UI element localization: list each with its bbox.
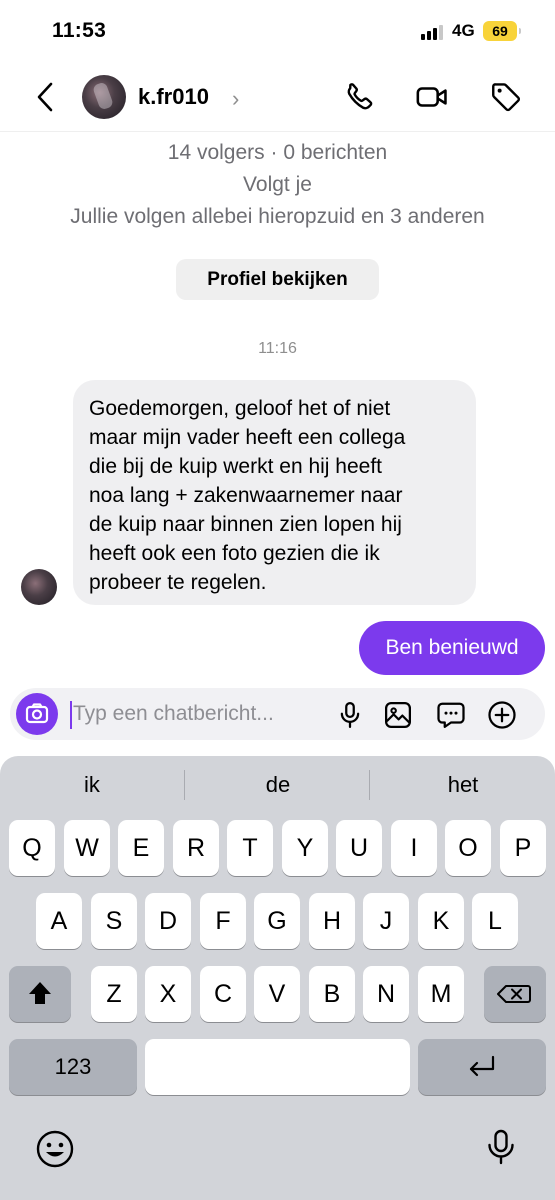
emoji-icon[interactable] [35,1129,75,1169]
key-k[interactable]: K [418,893,464,949]
text-caret [70,701,72,729]
video-camera-icon[interactable] [415,80,449,114]
status-time: 11:53 [52,19,107,42]
gallery-icon[interactable] [383,700,413,730]
message-composer [10,688,545,740]
key-z[interactable]: Z [91,966,137,1022]
backspace-icon[interactable] [484,966,546,1022]
key-c[interactable]: C [200,966,246,1022]
avatar[interactable] [21,569,57,605]
key-g[interactable]: G [254,893,300,949]
message-line: noa lang + zakenwaarnemer naar [89,484,403,507]
key-q[interactable]: Q [9,820,55,876]
avatar[interactable] [82,75,126,119]
numbers-key[interactable]: 123 [9,1039,137,1095]
back-arrow-icon[interactable] [34,80,58,114]
battery-icon: 69 [483,21,521,41]
key-r[interactable]: R [173,820,219,876]
follows-you-label: Volgt je [243,173,312,196]
microphone-icon[interactable] [335,700,365,730]
message-line: probeer te regelen. [89,571,267,594]
username[interactable]: k.fr010 [138,84,209,110]
message-timestamp: 11:16 [258,340,297,357]
tag-icon[interactable] [489,80,523,114]
chevron-right-icon[interactable]: › [232,86,239,112]
network-type: 4G [452,21,475,40]
divider [184,770,185,800]
dictation-icon[interactable] [481,1127,521,1167]
sticker-icon[interactable] [436,700,466,730]
mutual-followers: Jullie volgen allebei hieropzuid en 3 an… [70,205,485,228]
key-s[interactable]: S [91,893,137,949]
key-n[interactable]: N [363,966,409,1022]
chat-header: k.fr010 › [0,64,555,132]
key-h[interactable]: H [309,893,355,949]
key-y[interactable]: Y [282,820,328,876]
key-e[interactable]: E [118,820,164,876]
message-line: de kuip naar binnen zien lopen hij [89,513,402,536]
message-line: maar mijn vader heeft een collega [89,426,406,449]
space-key[interactable] [145,1039,410,1095]
key-a[interactable]: A [36,893,82,949]
key-j[interactable]: J [363,893,409,949]
phone-icon[interactable] [343,80,377,114]
key-t[interactable]: T [227,820,273,876]
view-profile-button[interactable]: Profiel bekijken [176,259,379,300]
status-bar: 11:53 4G 69 [0,0,555,64]
key-f[interactable]: F [200,893,246,949]
keyboard: ik de het Q W E R T Y U I O P A S D F G … [0,756,555,1200]
key-o[interactable]: O [445,820,491,876]
suggestion-item[interactable]: het [371,772,555,798]
return-icon[interactable] [418,1039,546,1095]
message-input[interactable] [73,699,333,729]
key-d[interactable]: D [145,893,191,949]
key-u[interactable]: U [336,820,382,876]
profile-stats: 14 volgers · 0 berichten [167,141,388,164]
message-line: heeft ook een foto gezien die ik [89,542,380,565]
signal-icon [421,24,447,40]
incoming-message[interactable]: Goedemorgen, geloof het of niet maar mij… [73,380,476,605]
suggestion-bar: ik de het [0,756,555,814]
key-b[interactable]: B [309,966,355,1022]
key-i[interactable]: I [391,820,437,876]
camera-icon[interactable] [16,693,58,735]
divider [369,770,370,800]
message-line: die bij de kuip werkt en hij heeft [89,455,383,478]
shift-icon[interactable] [9,966,71,1022]
message-line: Goedemorgen, geloof het of niet [89,397,391,420]
key-w[interactable]: W [64,820,110,876]
suggestion-item[interactable]: de [186,772,370,798]
plus-circle-icon[interactable] [487,700,517,730]
key-x[interactable]: X [145,966,191,1022]
key-l[interactable]: L [472,893,518,949]
key-p[interactable]: P [500,820,546,876]
key-v[interactable]: V [254,966,300,1022]
suggestion-item[interactable]: ik [0,772,184,798]
key-m[interactable]: M [418,966,464,1022]
outgoing-message[interactable]: Ben benieuwd [359,621,545,675]
